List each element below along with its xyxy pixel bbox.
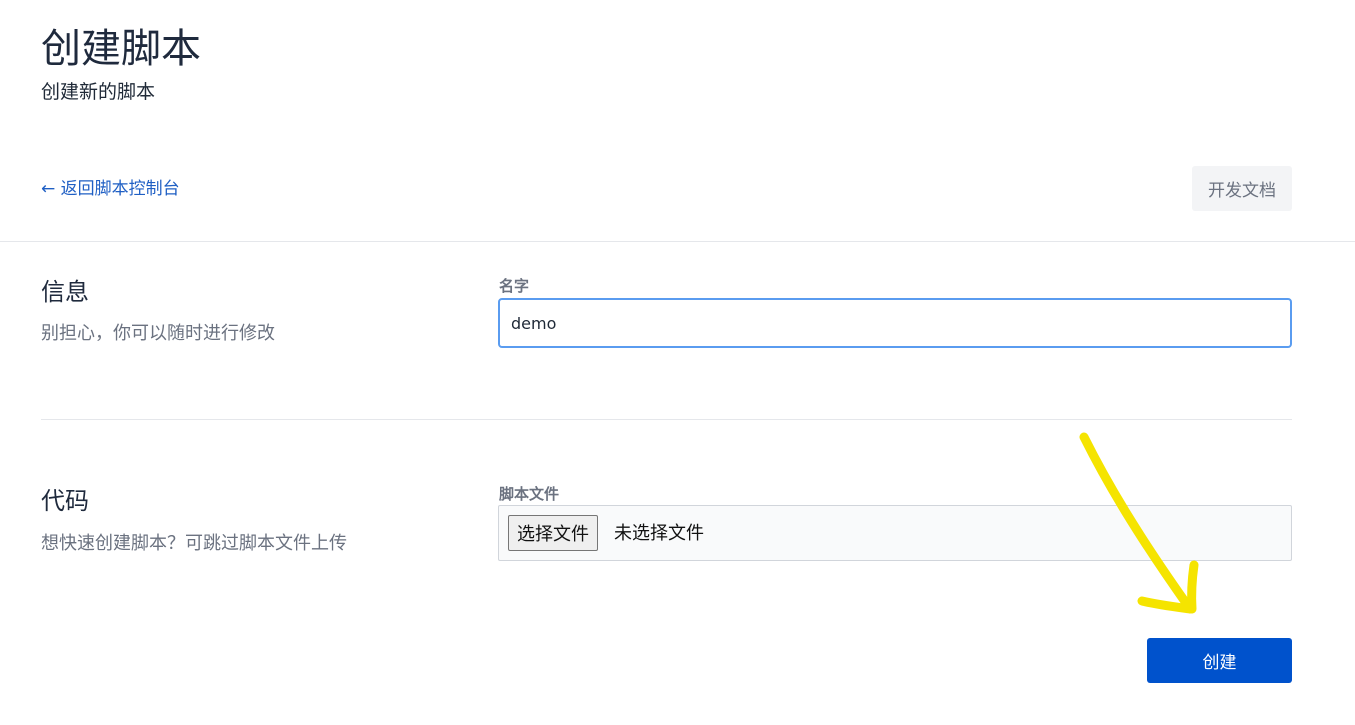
create-button[interactable]: 创建 — [1147, 638, 1292, 683]
dev-docs-button[interactable]: 开发文档 — [1192, 166, 1292, 211]
code-section-title: 代码 — [41, 487, 89, 515]
script-file-label: 脚本文件 — [499, 485, 560, 503]
info-section-description: 别担心，你可以随时进行修改 — [41, 323, 275, 344]
code-section-description: 想快速创建脚本？可跳过脚本文件上传 — [41, 533, 347, 554]
header-divider — [0, 241, 1355, 242]
page-title: 创建脚本 — [41, 26, 201, 72]
back-to-console-link[interactable]: ← 返回脚本控制台 — [41, 177, 180, 201]
name-input[interactable] — [498, 298, 1292, 348]
name-field-label: 名字 — [499, 277, 530, 295]
choose-file-button[interactable]: 选择文件 — [508, 515, 598, 551]
file-status-text: 未选择文件 — [614, 523, 704, 544]
page-subtitle: 创建新的脚本 — [41, 81, 156, 103]
create-script-page: 创建脚本 创建新的脚本 ← 返回脚本控制台 开发文档 信息 别担心，你可以随时进… — [0, 0, 1355, 725]
info-section-title: 信息 — [41, 278, 89, 306]
section-divider — [41, 419, 1292, 420]
script-file-input[interactable]: 选择文件 未选择文件 — [498, 505, 1292, 561]
